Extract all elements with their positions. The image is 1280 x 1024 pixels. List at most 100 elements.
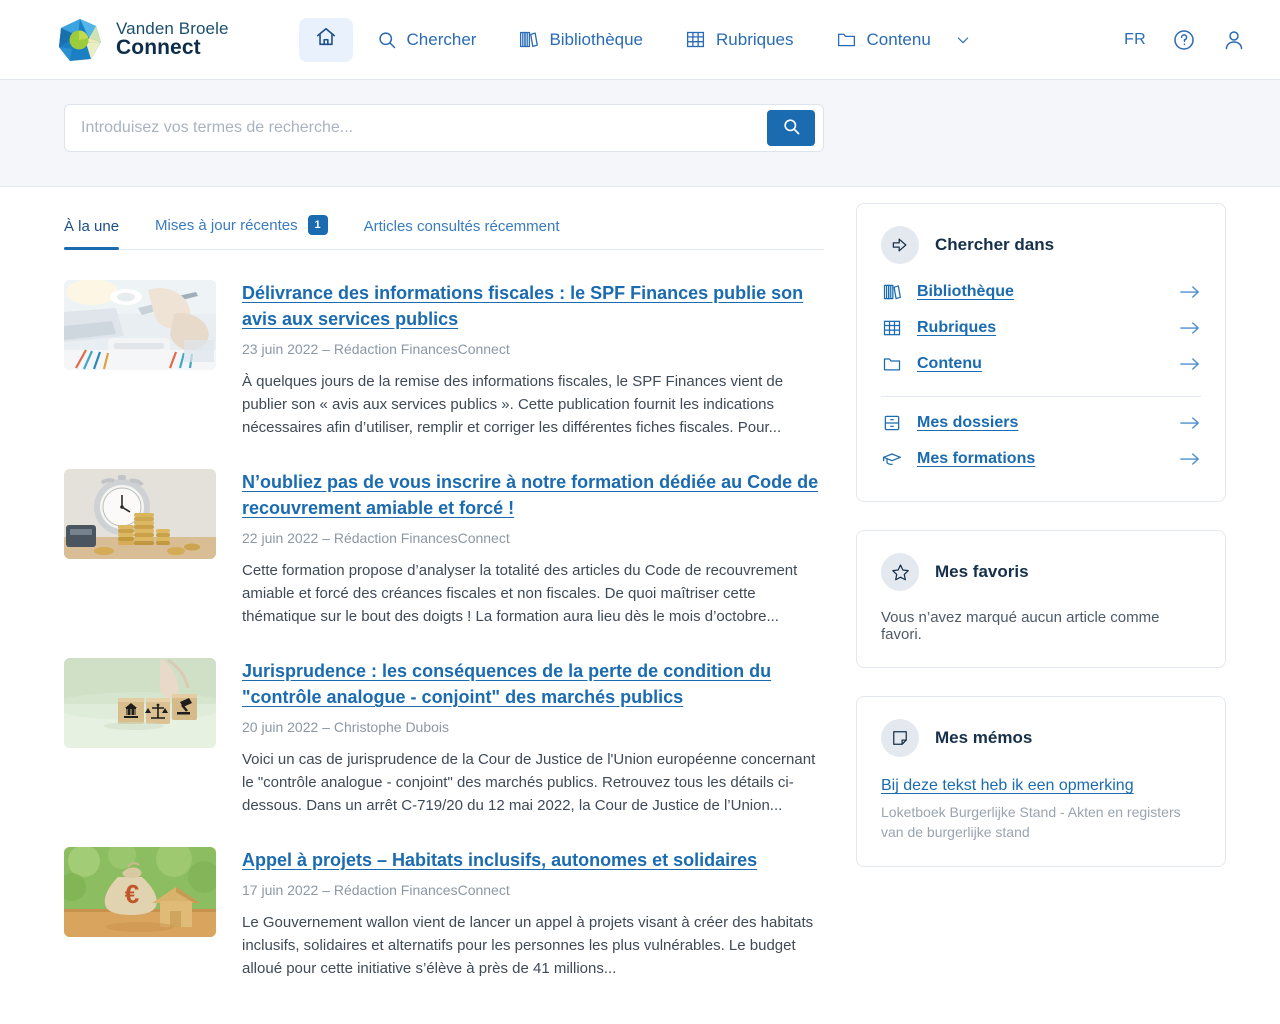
card-header: Mes mémos: [881, 719, 1201, 757]
sidebar-link-contenu[interactable]: Contenu: [881, 346, 1201, 382]
article-thumbnail[interactable]: €: [64, 847, 216, 937]
sidebar-link-label: Rubriques: [917, 319, 997, 336]
article-meta: 23 juin 2022 – Rédaction FinancesConnect: [242, 341, 510, 357]
svg-text:€: €: [125, 879, 139, 909]
arrow-right-icon: [1179, 415, 1201, 431]
article-item: N’oubliez pas de vous inscrire à notre f…: [64, 439, 824, 628]
arrow-right-icon: [1179, 284, 1201, 300]
tab-a-la-une[interactable]: À la une: [64, 218, 120, 250]
sidebar-link-label: Mes formations: [917, 450, 1036, 467]
article-body: Appel à projets – Habitats inclusifs, au…: [242, 847, 824, 980]
search-in-secondary-links: Mes dossiers Mes formations: [881, 405, 1201, 477]
main-navigation: Chercher Bibliothèque Rubriques Contenu: [298, 17, 989, 62]
card-header: Mes favoris: [881, 553, 1201, 591]
language-switcher[interactable]: FR: [1124, 31, 1146, 49]
article-thumbnail[interactable]: [64, 658, 216, 748]
sidebar-link-rubriques[interactable]: Rubriques: [881, 310, 1201, 346]
article-excerpt: Voici un cas de jurisprudence de la Cour…: [242, 751, 816, 814]
header-actions: FR: [1124, 28, 1256, 52]
article-meta: 17 juin 2022 – Rédaction FinancesConnect: [242, 882, 510, 898]
sidebar-link-bibliotheque[interactable]: Bibliothèque: [881, 274, 1201, 310]
wooden-blocks-justice-photo: [64, 658, 216, 748]
home-icon: [315, 26, 337, 53]
article-excerpt: Cette formation propose d’analyser la to…: [242, 562, 798, 625]
article-title-link[interactable]: Appel à projets – Habitats inclusifs, au…: [242, 847, 824, 873]
search-in-primary-links: Bibliothèque Rubriques Contenu: [881, 274, 1201, 382]
tab-mises-a-jour-recentes[interactable]: Mises à jour récentes 1: [155, 215, 328, 249]
favorites-card-title: Mes favoris: [935, 562, 1029, 581]
article-meta: 20 juin 2022 – Christophe Dubois: [242, 719, 450, 735]
tab-articles-consultes-label: Articles consultés récemment: [363, 218, 560, 235]
search-in-card-title: Chercher dans: [935, 235, 1055, 254]
nav-home[interactable]: [298, 17, 353, 62]
tab-badge-count: 1: [307, 215, 328, 235]
nav-rubriques-label: Rubriques: [716, 29, 794, 49]
arrow-right-icon: [1179, 451, 1201, 467]
books-icon: [518, 29, 539, 50]
app-header: Vanden Broele Connect Chercher Bibliothè…: [0, 0, 1280, 80]
search-band: [0, 80, 1280, 187]
article-meta: 22 juin 2022 – Rédaction FinancesConnect: [242, 530, 510, 546]
sidebar-column: Chercher dans Bibliothèque Rubriques Con…: [856, 187, 1226, 980]
tab-articles-consultes[interactable]: Articles consultés récemment: [364, 218, 560, 249]
article-title-link[interactable]: Jurisprudence : les conséquences de la p…: [242, 658, 824, 710]
desk-calculator-hands-photo: [64, 280, 216, 370]
folder-icon: [836, 29, 857, 50]
nav-chercher[interactable]: Chercher: [359, 20, 495, 60]
article-item: € Appel à projets – Habitats inclusifs, …: [64, 817, 824, 980]
search-icon: [782, 117, 801, 139]
memo-item-link[interactable]: Bij deze tekst heb ik een opmerking: [881, 775, 1201, 797]
page-body: À la une Mises à jour récentes 1 Article…: [0, 187, 1280, 980]
user-icon[interactable]: [1222, 28, 1246, 52]
search-submit-button[interactable]: [767, 110, 815, 146]
sidebar-link-label: Contenu: [917, 355, 982, 372]
nav-rubriques[interactable]: Rubriques: [667, 19, 812, 60]
chevron-down-icon[interactable]: [955, 32, 971, 48]
nav-bibliotheque[interactable]: Bibliothèque: [500, 19, 661, 60]
article-body: N’oubliez pas de vous inscrire à notre f…: [242, 469, 824, 628]
sidebar-link-mes-dossiers[interactable]: Mes dossiers: [881, 405, 1201, 441]
folder-icon: [881, 354, 903, 374]
search-in-card: Chercher dans Bibliothèque Rubriques Con…: [856, 203, 1226, 502]
grid-icon: [881, 318, 903, 338]
sidebar-link-label: Bibliothèque: [917, 283, 1014, 300]
main-column: À la une Mises à jour récentes 1 Article…: [64, 187, 824, 980]
article-item: Jurisprudence : les conséquences de la p…: [64, 628, 824, 817]
brand-logo-block[interactable]: Vanden Broele Connect: [56, 16, 229, 64]
brand-line-2: Connect: [116, 36, 201, 60]
alarm-clock-coins-photo: [64, 469, 216, 559]
graduation-cap-icon: [881, 449, 903, 469]
memos-card-title: Mes mémos: [935, 728, 1033, 747]
favorites-card: Mes favoris Vous n’avez marqué aucun art…: [856, 530, 1226, 668]
nav-contenu-label: Contenu: [866, 29, 931, 49]
search-input[interactable]: [65, 106, 767, 150]
nav-contenu[interactable]: Contenu: [818, 19, 989, 60]
article-item: Délivrance des informations fiscales : l…: [64, 250, 824, 439]
favorites-empty-message: Vous n’avez marqué aucun article comme f…: [881, 609, 1160, 643]
article-title-link[interactable]: Délivrance des informations fiscales : l…: [242, 280, 824, 332]
sidebar-link-mes-formations[interactable]: Mes formations: [881, 441, 1201, 477]
sidebar-link-label: Mes dossiers: [917, 414, 1019, 431]
drawer-icon: [881, 413, 903, 433]
money-bag-house-photo: €: [64, 847, 216, 937]
nav-bibliotheque-label: Bibliothèque: [549, 29, 644, 49]
question-circle-icon[interactable]: [1172, 28, 1196, 52]
memos-card: Mes mémos Bij deze tekst heb ik een opme…: [856, 696, 1226, 867]
tab-a-la-une-label: À la une: [64, 218, 120, 235]
article-body: Jurisprudence : les conséquences de la p…: [242, 658, 824, 817]
article-thumbnail[interactable]: [64, 280, 216, 370]
article-excerpt: À quelques jours de la remise des inform…: [242, 373, 784, 436]
star-icon: [881, 553, 919, 591]
brand-line-1: Vanden Broele: [116, 18, 229, 38]
note-icon: [881, 719, 919, 757]
card-divider: [881, 396, 1201, 397]
article-title-link[interactable]: N’oubliez pas de vous inscrire à notre f…: [242, 469, 824, 521]
books-icon: [881, 282, 903, 302]
grid-icon: [685, 29, 706, 50]
brand-text: Vanden Broele Connect: [116, 18, 229, 60]
tab-mises-a-jour-label: Mises à jour récentes: [155, 216, 298, 234]
article-excerpt: Le Gouvernement wallon vient de lancer u…: [242, 914, 814, 977]
article-thumbnail[interactable]: [64, 469, 216, 559]
card-header: Chercher dans: [881, 226, 1201, 264]
search-box: [64, 104, 824, 152]
